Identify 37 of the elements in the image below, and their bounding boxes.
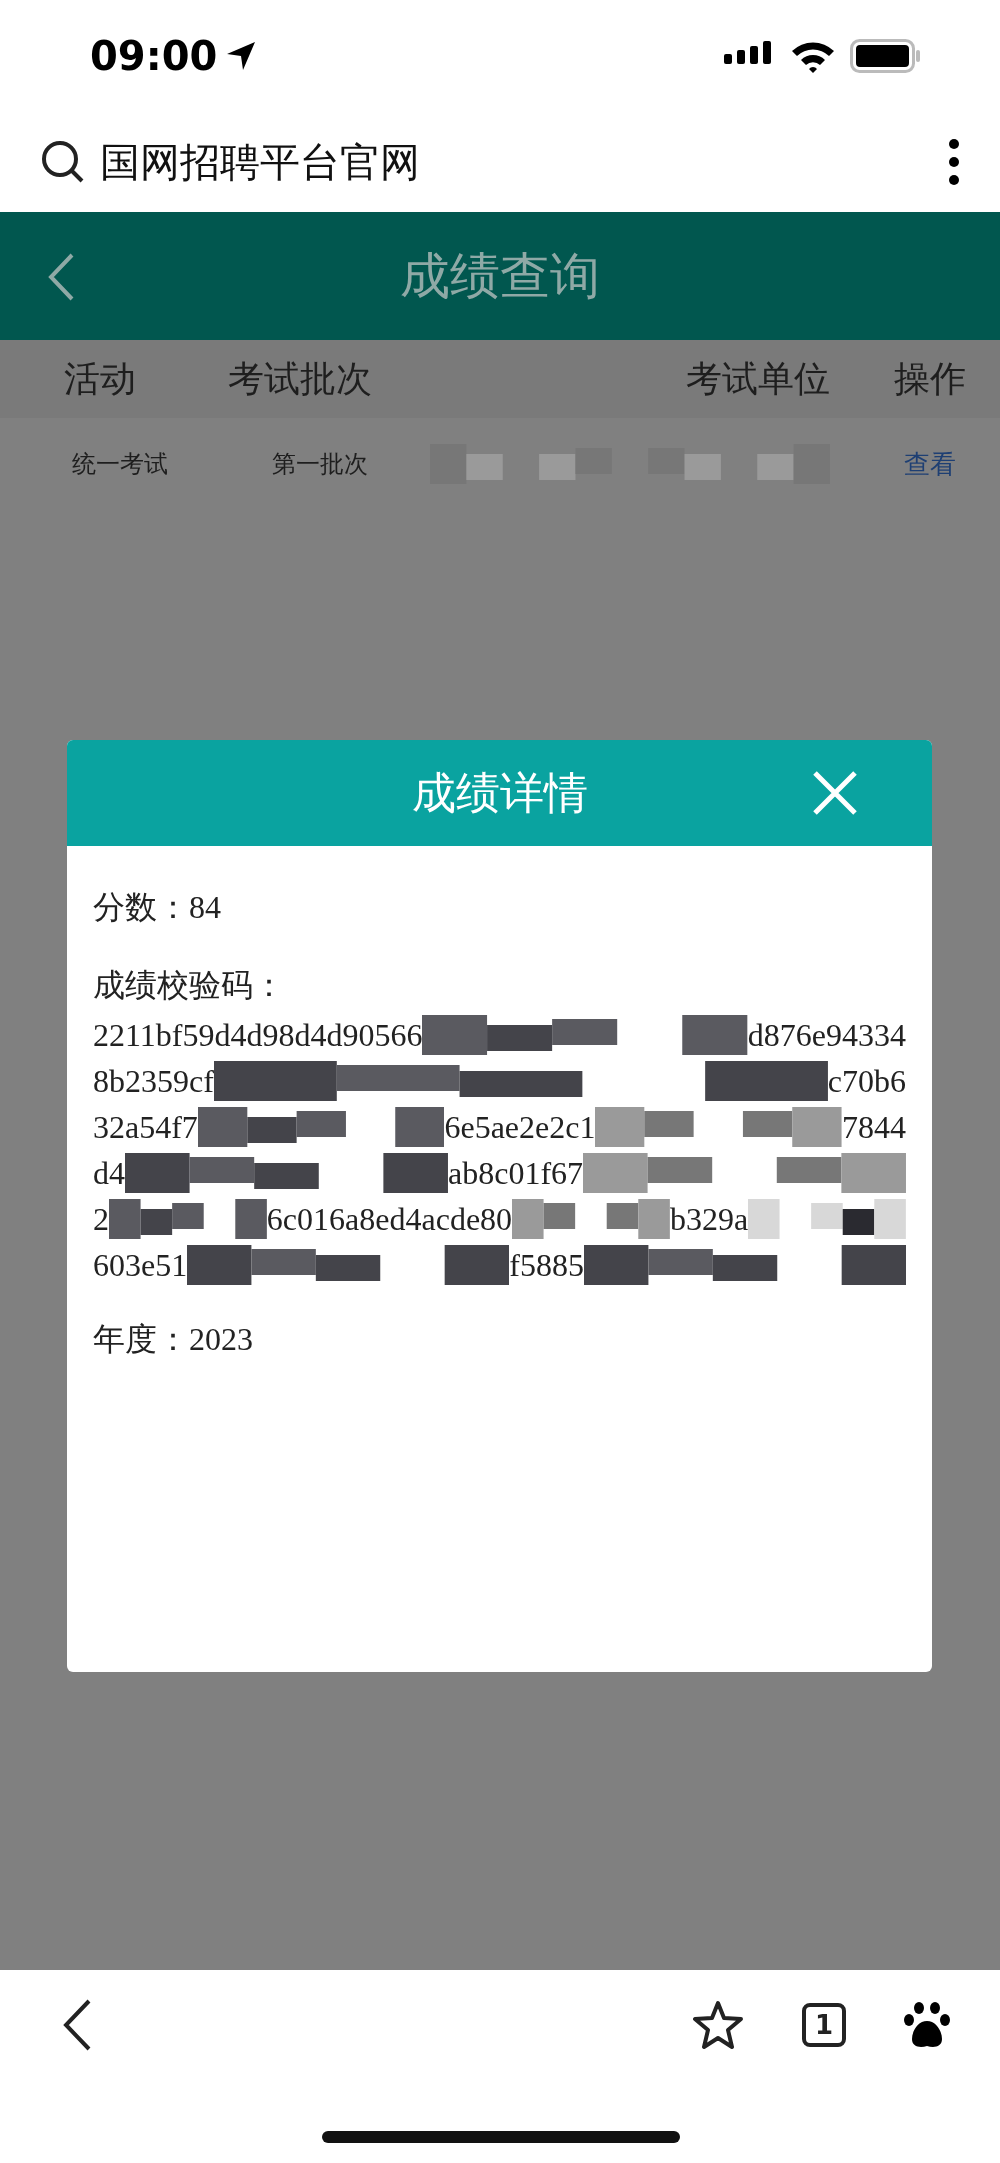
code-fragment: 6e5ae2e2c1 <box>444 1108 596 1146</box>
clock-time: 09:00 <box>90 33 218 79</box>
code-fragment: d4 <box>93 1154 125 1192</box>
code-label: 成绩校验码： <box>93 966 286 1005</box>
column-header: 活动 <box>63 356 137 401</box>
code-fragment: d876e94334 <box>747 1016 906 1054</box>
code-fragment: 2211bf59d4d98d4d90566 <box>93 1016 423 1054</box>
bookmark-button[interactable] <box>692 2000 744 2050</box>
year-text: 年度：2023 <box>93 1320 254 1359</box>
table-cell-text: 统一考试 <box>71 449 169 480</box>
battery-icon <box>850 39 922 73</box>
page-title: 成绩查询 <box>400 245 600 307</box>
code-fragment: 7844 <box>842 1108 906 1146</box>
paw-icon[interactable] <box>904 2001 950 2049</box>
code-fragment: c70b6 <box>827 1062 906 1100</box>
code-fragment: f5885 <box>509 1246 584 1284</box>
wifi-icon <box>790 39 836 73</box>
location-arrow-icon <box>225 40 258 72</box>
close-button[interactable] <box>812 770 858 816</box>
dialog-title: 成绩详情 <box>411 765 588 820</box>
code-fragment: b329a <box>669 1200 749 1238</box>
back-button[interactable] <box>62 1999 92 2051</box>
column-header: 考试单位 <box>685 356 831 401</box>
code-fragment: 8b2359cf <box>93 1062 214 1100</box>
code-fragment: ab8c01f67 <box>447 1154 584 1192</box>
column-header: 操作 <box>893 356 967 401</box>
code-fragment: 603e51 <box>93 1246 188 1284</box>
code-fragment: 2 <box>93 1200 109 1238</box>
more-icon[interactable] <box>948 138 960 186</box>
score-text: 分数：84 <box>93 888 222 927</box>
tabs-button[interactable]: 1 <box>802 2003 846 2047</box>
code-fragment: 6c016a8ed4acde80 <box>266 1200 513 1238</box>
code-fragment: 32a54f7 <box>93 1108 198 1146</box>
search-icon[interactable] <box>40 139 86 185</box>
table-cell-text: 第一批次 <box>271 449 369 480</box>
column-header: 考试批次 <box>227 356 373 401</box>
back-icon[interactable] <box>46 252 76 302</box>
